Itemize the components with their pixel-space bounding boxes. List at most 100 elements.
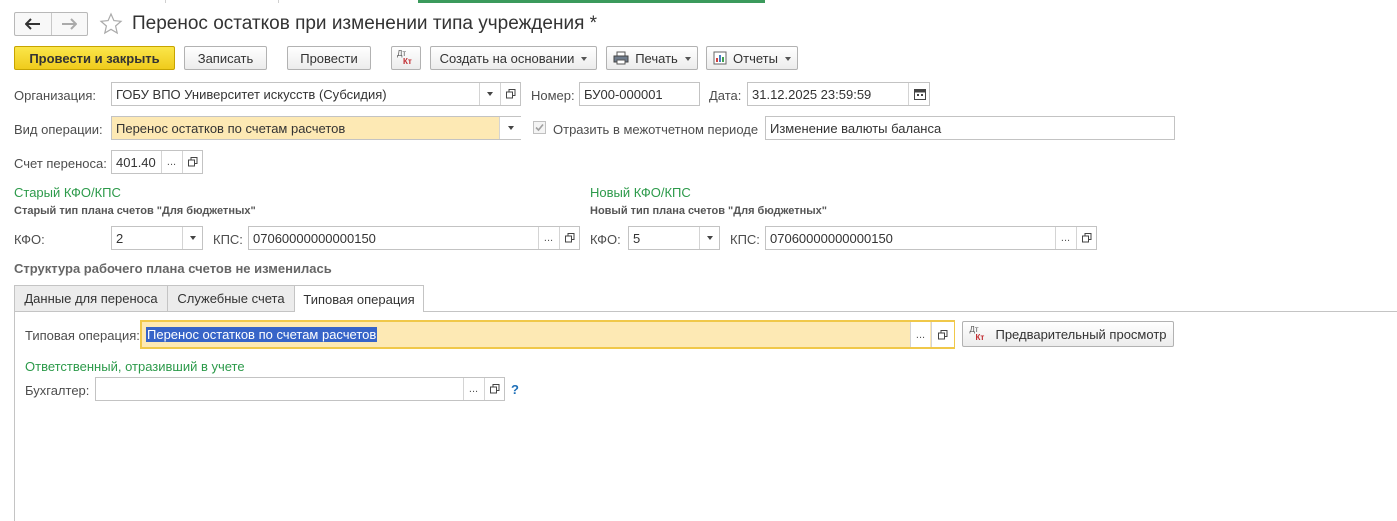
favorite-star-icon[interactable] bbox=[99, 12, 123, 36]
create-based-on-button[interactable]: Создать на основании bbox=[430, 46, 597, 70]
open-window-icon bbox=[188, 157, 198, 167]
dt-kt-button[interactable]: Дт Кт bbox=[391, 46, 421, 70]
new-kps-field[interactable]: 07060000000000150 ... bbox=[765, 226, 1097, 250]
new-kps-open-button[interactable] bbox=[1076, 227, 1097, 249]
transfer-account-field[interactable]: 401.40 ... bbox=[111, 150, 203, 174]
reports-button[interactable]: Отчеты bbox=[706, 46, 798, 70]
organization-open-button[interactable] bbox=[500, 83, 521, 105]
open-window-icon bbox=[938, 329, 948, 339]
chevron-down-icon bbox=[707, 236, 713, 240]
kt-text: Кт bbox=[975, 333, 985, 342]
open-window-icon bbox=[565, 233, 575, 243]
tab-service-accounts[interactable]: Служебные счета bbox=[167, 285, 295, 311]
post-and-close-label: Провести и закрыть bbox=[29, 50, 160, 66]
old-plan-note: Старый тип плана счетов "Для бюджетных" bbox=[14, 205, 256, 217]
open-window-icon bbox=[490, 384, 500, 394]
typical-operation-field[interactable]: Перенос остатков по счетам расчетов ... bbox=[140, 320, 955, 349]
number-field[interactable]: БУ00-000001 bbox=[579, 82, 700, 106]
new-kps-label: КПС: bbox=[730, 232, 760, 247]
window-top-strip bbox=[0, 0, 1397, 3]
reports-label: Отчеты bbox=[733, 50, 778, 66]
typical-operation-open-button[interactable] bbox=[931, 322, 954, 347]
responsible-header: Ответственный, отразивший в учете bbox=[25, 359, 245, 374]
forward-button[interactable] bbox=[50, 13, 88, 35]
kt-text: Кт bbox=[403, 57, 412, 66]
help-link[interactable]: ? bbox=[511, 382, 519, 397]
post-label: Провести bbox=[300, 50, 358, 66]
chevron-down-icon bbox=[190, 236, 196, 240]
arrow-left-icon bbox=[24, 18, 40, 30]
date-field[interactable]: 31.12.2025 23:59:59 bbox=[747, 82, 930, 106]
transfer-account-select-button[interactable]: ... bbox=[161, 151, 181, 173]
new-kfo-field[interactable]: 5 bbox=[628, 226, 720, 250]
organization-dropdown-button[interactable] bbox=[479, 83, 499, 105]
new-kfo-label: КФО: bbox=[590, 232, 621, 247]
report-chart-icon bbox=[713, 51, 727, 65]
dt-kt-icon: Дт Кт bbox=[969, 325, 987, 343]
create-based-on-label: Создать на основании bbox=[439, 50, 575, 66]
typical-operation-select-button[interactable]: ... bbox=[910, 322, 930, 347]
tab-label: Данные для переноса bbox=[24, 291, 158, 306]
old-kps-label: КПС: bbox=[213, 232, 243, 247]
transfer-account-value: 401.40 bbox=[116, 155, 156, 170]
tab-label: Служебные счета bbox=[177, 291, 285, 306]
operation-type-field[interactable]: Перенос остатков по счетам расчетов bbox=[111, 116, 521, 140]
tab-panel-border bbox=[14, 311, 15, 521]
preview-button[interactable]: Дт Кт Предварительный просмотр bbox=[962, 321, 1174, 347]
date-label: Дата: bbox=[709, 88, 742, 103]
save-button[interactable]: Записать bbox=[184, 46, 267, 70]
old-kps-open-button[interactable] bbox=[559, 227, 580, 249]
tab-transfer-data[interactable]: Данные для переноса bbox=[14, 285, 168, 311]
chevron-down-icon bbox=[581, 56, 588, 61]
old-kfo-value: 2 bbox=[116, 231, 124, 246]
accountant-field[interactable]: ... bbox=[95, 377, 505, 401]
operation-type-value: Перенос остатков по счетам расчетов bbox=[116, 121, 346, 136]
new-plan-note: Новый тип плана счетов "Для бюджетных" bbox=[590, 205, 827, 217]
calendar-icon bbox=[914, 89, 926, 100]
chevron-down-icon bbox=[486, 92, 493, 96]
accountant-open-button[interactable] bbox=[484, 378, 505, 400]
transfer-account-label: Счет переноса: bbox=[14, 156, 107, 171]
number-value: БУ00-000001 bbox=[584, 87, 663, 102]
typical-operation-value: Перенос остатков по счетам расчетов bbox=[146, 327, 378, 342]
page-title: Перенос остатков при изменении типа учре… bbox=[132, 13, 598, 34]
print-label: Печать bbox=[635, 50, 678, 66]
interperiod-checkbox[interactable] bbox=[533, 121, 546, 134]
tab-typical-operation[interactable]: Типовая операция bbox=[294, 285, 424, 312]
operation-type-dropdown-button[interactable] bbox=[499, 117, 521, 139]
arrow-right-icon bbox=[62, 18, 78, 30]
structure-note: Структура рабочего плана счетов не измен… bbox=[14, 261, 332, 276]
navigation-group bbox=[14, 12, 88, 36]
post-button[interactable]: Провести bbox=[287, 46, 371, 70]
accountant-label: Бухгалтер: bbox=[25, 383, 90, 398]
open-window-icon bbox=[506, 89, 516, 99]
interperiod-label: Отразить в межотчетном периоде bbox=[553, 122, 759, 137]
save-label: Записать bbox=[197, 50, 254, 66]
new-kfo-value: 5 bbox=[633, 231, 641, 246]
typical-operation-label: Типовая операция: bbox=[25, 328, 140, 343]
old-kfo-dropdown-button[interactable] bbox=[182, 227, 203, 249]
post-and-close-button[interactable]: Провести и закрыть bbox=[14, 46, 175, 70]
back-button[interactable] bbox=[15, 13, 51, 35]
transfer-account-open-button[interactable] bbox=[182, 151, 203, 173]
balance-currency-field[interactable]: Изменение валюты баланса bbox=[765, 116, 1175, 140]
organization-label: Организация: bbox=[14, 88, 97, 103]
old-kfo-field[interactable]: 2 bbox=[111, 226, 203, 250]
organization-value: ГОБУ ВПО Университет искусств (Субсидия) bbox=[116, 87, 387, 102]
chevron-down-icon bbox=[507, 126, 514, 130]
old-kps-field[interactable]: 07060000000000150 ... bbox=[248, 226, 580, 250]
old-kfo-header: Старый КФО/КПС bbox=[14, 185, 121, 200]
chevron-down-icon bbox=[684, 56, 691, 61]
organization-field[interactable]: ГОБУ ВПО Университет искусств (Субсидия) bbox=[111, 82, 521, 106]
open-window-icon bbox=[1082, 233, 1092, 243]
tab-label: Типовая операция bbox=[303, 291, 415, 307]
date-value: 31.12.2025 23:59:59 bbox=[752, 87, 872, 102]
old-kps-select-button[interactable]: ... bbox=[538, 227, 558, 249]
new-kps-select-button[interactable]: ... bbox=[1055, 227, 1075, 249]
operation-type-label: Вид операции: bbox=[14, 122, 103, 137]
calendar-button[interactable] bbox=[908, 83, 931, 105]
print-button[interactable]: Печать bbox=[606, 46, 698, 70]
new-kfo-dropdown-button[interactable] bbox=[699, 227, 720, 249]
accountant-select-button[interactable]: ... bbox=[463, 378, 483, 400]
preview-label: Предварительный просмотр bbox=[995, 326, 1167, 342]
